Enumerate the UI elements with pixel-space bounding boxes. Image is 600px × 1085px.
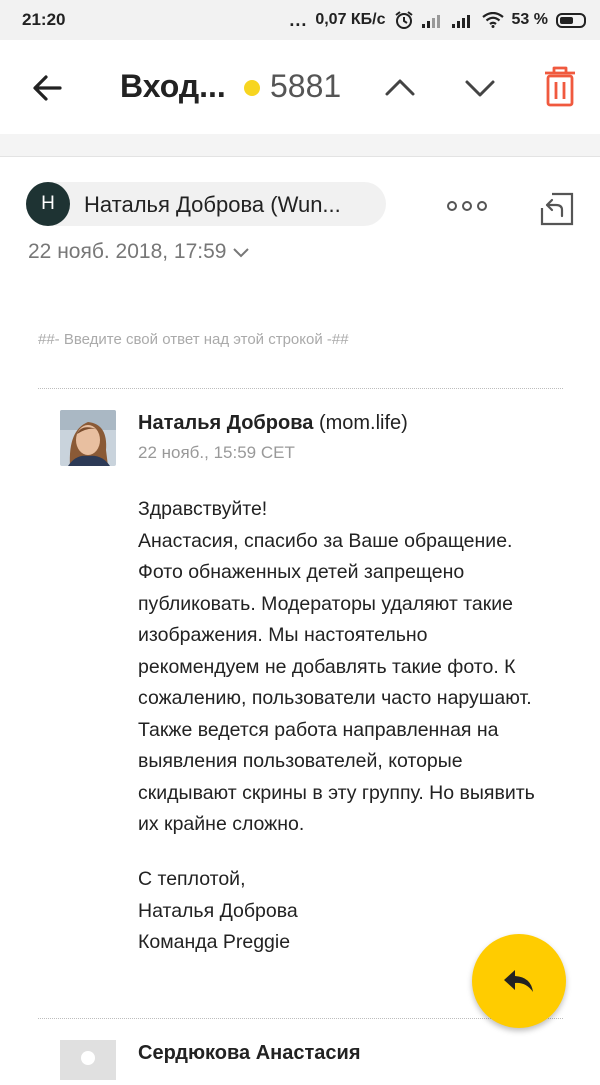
message-toolbar: Вход... 5881 [0,40,600,135]
signature-line: С теплотой, [138,868,246,890]
unread-count: 5881 [270,68,342,104]
reply-fab-button[interactable] [472,934,566,1028]
battery-percent: 53 % [511,11,548,28]
sender-chip[interactable]: Н Наталья Доброва (Wun... [26,182,386,226]
quote-separator-2 [38,1018,563,1019]
signal-icon-2 [451,15,470,28]
body-line: их крайне сложно. [138,813,305,835]
body-line: выявления пользователей, которые [138,750,463,772]
body-line: рекомендуем не добавлять такие фото. К [138,655,516,678]
trash-icon[interactable] [540,64,580,108]
back-arrow-icon[interactable] [28,68,68,108]
chevron-down-icon[interactable] [460,68,500,108]
more-options-icon[interactable] [446,196,488,216]
quote-marker: ##- Введите свой ответ над этой строкой … [38,331,349,348]
body-line: Анастасия, спасибо за Ваше обращение. [138,529,513,552]
signature-line: Наталья Доброва [138,899,298,922]
reply-arrow-icon [504,970,533,992]
reply-icon[interactable] [538,190,576,228]
network-speed: 0,07 КБ/с [315,11,386,28]
next-author-photo [60,1040,116,1080]
message-date-text: 22 нояб. 2018, 17:59 [28,240,227,263]
status-indicators: ... 0,07 КБ/с 53 % [289,10,586,31]
sender-avatar: Н [26,182,70,226]
expand-chevron-icon [233,248,250,258]
quoted-author: Наталья Доброва (mom.life) [138,412,408,435]
notification-dots: ... [289,9,308,30]
author-photo [60,410,116,466]
body-line: Здравствуйте! [138,498,268,520]
header-divider [0,134,600,157]
next-author-name: Сердюкова Анастасия [138,1042,361,1064]
quoted-author-name: Наталья Доброва [138,412,314,434]
signal-icon [421,15,440,28]
status-time: 21:20 [22,10,66,29]
message-body: Здравствуйте! Анастасия, спасибо за Ваше… [138,494,578,841]
wifi-icon [481,12,504,28]
signature: С теплотой, Наталья Доброва Команда Preg… [138,864,298,959]
quoted-meta: 22 нояб., 15:59 CET [138,443,295,462]
folder-title[interactable]: Вход... [120,68,226,105]
body-line: изображения. Мы настоятельно [138,624,428,646]
sender-name: Наталья Доброва (Wun... [84,192,341,217]
body-line: Фото обнаженных детей запрещено [138,561,465,583]
status-bar: 21:20 ... 0,07 КБ/с 53 % [0,0,600,40]
alarm-icon [394,11,413,29]
body-line: Также ведется работа направленная на [138,718,499,741]
message-date[interactable]: 22 нояб. 2018, 17:59 [28,240,250,264]
quote-separator [38,388,563,389]
signature-line: Команда Preggie [138,931,291,953]
chevron-up-icon[interactable] [380,68,420,108]
body-line: скидывают скрины в эту группу. Но выявит… [138,781,535,804]
body-line: сожалению, пользователи часто нарушают. [138,687,532,709]
body-line: публиковать. Модераторы удаляют такие [138,592,514,615]
battery-icon [556,12,586,28]
quoted-author-org: (mom.life) [318,412,408,434]
unread-indicator [244,80,260,96]
